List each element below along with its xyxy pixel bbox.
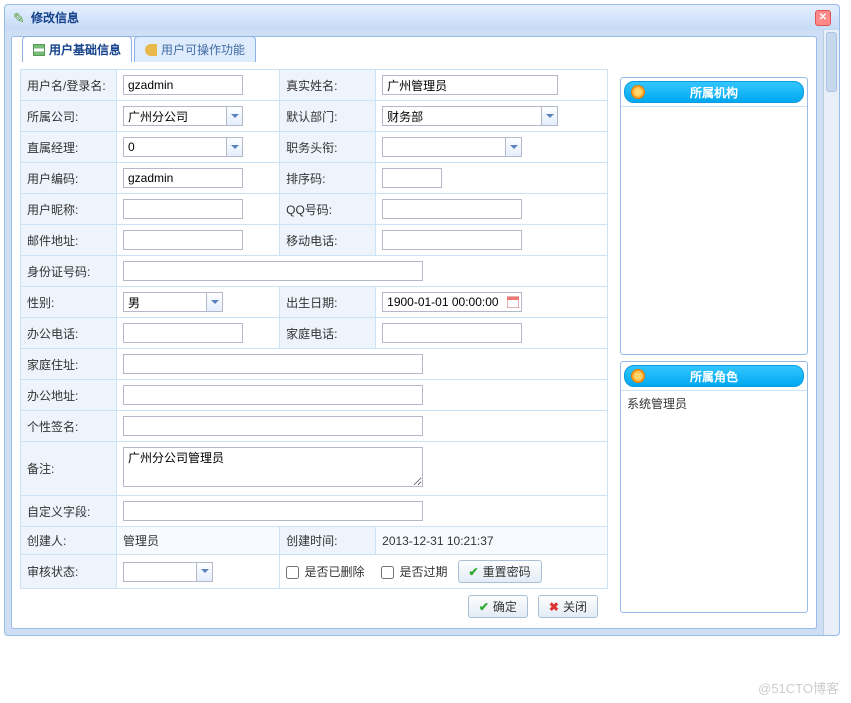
close-button[interactable]: ✖关闭 bbox=[538, 595, 598, 618]
qq-input[interactable] bbox=[382, 199, 522, 219]
tab-strip: 用户基础信息 用户可操作功能 bbox=[22, 36, 258, 62]
email-input[interactable] bbox=[123, 230, 243, 250]
office-phone-input[interactable] bbox=[123, 323, 243, 343]
creator-value: 管理员 bbox=[117, 527, 280, 555]
role-panel: 所属角色 系统管理员 bbox=[620, 361, 808, 613]
form-panel: 用户基础信息 用户可操作功能 用户名/登录名: 真实姓名: bbox=[11, 36, 817, 629]
list-item[interactable]: 系统管理员 bbox=[627, 395, 801, 412]
label-qq: QQ号码: bbox=[280, 194, 376, 225]
grid-icon bbox=[33, 44, 45, 56]
tab-user-ops[interactable]: 用户可操作功能 bbox=[134, 36, 256, 62]
tab-label: 用户基础信息 bbox=[49, 41, 121, 58]
manager-combo[interactable] bbox=[123, 137, 226, 157]
star-icon bbox=[631, 85, 645, 99]
label-birthday: 出生日期: bbox=[280, 287, 376, 318]
label-mobile: 移动电话: bbox=[280, 225, 376, 256]
label-idcard: 身份证号码: bbox=[21, 256, 117, 287]
dialog-buttons: ✔确定 ✖关闭 bbox=[20, 589, 608, 620]
chevron-down-icon[interactable] bbox=[505, 137, 522, 157]
chevron-down-icon[interactable] bbox=[226, 137, 243, 157]
chevron-down-icon[interactable] bbox=[206, 292, 223, 312]
user-form: 用户名/登录名: 真实姓名: 所属公司: 默认部门: 直属经理: bbox=[20, 69, 608, 589]
chevron-down-icon[interactable] bbox=[226, 106, 243, 126]
label-remark: 备注: bbox=[21, 442, 117, 496]
label-company: 所属公司: bbox=[21, 101, 117, 132]
idcard-input[interactable] bbox=[123, 261, 423, 281]
gender-combo[interactable] bbox=[123, 292, 206, 312]
role-list[interactable]: 系统管理员 bbox=[621, 390, 807, 612]
tab-basic-info[interactable]: 用户基础信息 bbox=[22, 36, 132, 62]
label-home-phone: 家庭电话: bbox=[280, 318, 376, 349]
edit-icon: ✎ bbox=[13, 11, 27, 25]
office-addr-input[interactable] bbox=[123, 385, 423, 405]
label-office-phone: 办公电话: bbox=[21, 318, 117, 349]
realname-input[interactable] bbox=[382, 75, 558, 95]
tab-label: 用户可操作功能 bbox=[161, 41, 245, 58]
signature-input[interactable] bbox=[123, 416, 423, 436]
scroll-thumb[interactable] bbox=[826, 32, 837, 92]
mobile-input[interactable] bbox=[382, 230, 522, 250]
usercode-input[interactable] bbox=[123, 168, 243, 188]
label-office-addr: 办公地址: bbox=[21, 380, 117, 411]
label-create-time: 创建时间: bbox=[280, 527, 376, 555]
watermark: @51CTO博客 bbox=[758, 678, 839, 697]
custom-input[interactable] bbox=[123, 501, 423, 521]
org-panel-title: 所属机构 bbox=[690, 84, 738, 101]
key-icon bbox=[145, 44, 157, 56]
reset-password-button[interactable]: ✔重置密码 bbox=[458, 560, 542, 583]
birthday-input[interactable] bbox=[382, 292, 505, 312]
create-time-value: 2013-12-31 10:21:37 bbox=[376, 527, 608, 555]
label-signature: 个性签名: bbox=[21, 411, 117, 442]
chevron-down-icon[interactable] bbox=[196, 562, 213, 582]
label-usercode: 用户编码: bbox=[21, 163, 117, 194]
title-combo[interactable] bbox=[382, 137, 505, 157]
star-icon bbox=[631, 369, 645, 383]
edit-dialog: ✎ 修改信息 ✕ 用户基础信息 用户可操作功能 用户名/登录名 bbox=[4, 4, 840, 636]
label-username: 用户名/登录名: bbox=[21, 70, 117, 101]
vertical-scrollbar[interactable] bbox=[823, 30, 839, 635]
check-icon: ✔ bbox=[469, 565, 479, 579]
is-expired-checkbox[interactable]: 是否过期 bbox=[381, 565, 447, 579]
label-custom: 自定义字段: bbox=[21, 496, 117, 527]
calendar-icon[interactable] bbox=[505, 292, 522, 312]
audit-status-combo[interactable] bbox=[123, 562, 196, 582]
window-title: 修改信息 bbox=[31, 9, 79, 26]
x-icon: ✖ bbox=[549, 600, 559, 614]
check-icon: ✔ bbox=[479, 600, 489, 614]
home-phone-input[interactable] bbox=[382, 323, 522, 343]
label-default-dept: 默认部门: bbox=[280, 101, 376, 132]
label-audit-status: 审核状态: bbox=[21, 555, 117, 589]
label-realname: 真实姓名: bbox=[280, 70, 376, 101]
label-gender: 性别: bbox=[21, 287, 117, 318]
is-deleted-checkbox[interactable]: 是否已删除 bbox=[286, 565, 364, 579]
label-creator: 创建人: bbox=[21, 527, 117, 555]
role-panel-header: 所属角色 bbox=[624, 365, 804, 387]
remark-textarea[interactable]: 广州分公司管理员 bbox=[123, 447, 423, 487]
default-dept-combo[interactable] bbox=[382, 106, 541, 126]
label-manager: 直属经理: bbox=[21, 132, 117, 163]
org-panel-header: 所属机构 bbox=[624, 81, 804, 103]
username-input[interactable] bbox=[123, 75, 243, 95]
chevron-down-icon[interactable] bbox=[541, 106, 558, 126]
close-icon[interactable]: ✕ bbox=[815, 10, 831, 26]
home-addr-input[interactable] bbox=[123, 354, 423, 374]
company-combo[interactable] bbox=[123, 106, 226, 126]
titlebar[interactable]: ✎ 修改信息 ✕ bbox=[5, 5, 839, 30]
sortcode-input[interactable] bbox=[382, 168, 442, 188]
label-nickname: 用户昵称: bbox=[21, 194, 117, 225]
label-sortcode: 排序码: bbox=[280, 163, 376, 194]
ok-button[interactable]: ✔确定 bbox=[468, 595, 528, 618]
label-home-addr: 家庭住址: bbox=[21, 349, 117, 380]
role-panel-title: 所属角色 bbox=[690, 368, 738, 385]
nickname-input[interactable] bbox=[123, 199, 243, 219]
org-list[interactable] bbox=[621, 106, 807, 354]
label-email: 邮件地址: bbox=[21, 225, 117, 256]
org-panel: 所属机构 bbox=[620, 77, 808, 355]
label-title: 职务头衔: bbox=[280, 132, 376, 163]
